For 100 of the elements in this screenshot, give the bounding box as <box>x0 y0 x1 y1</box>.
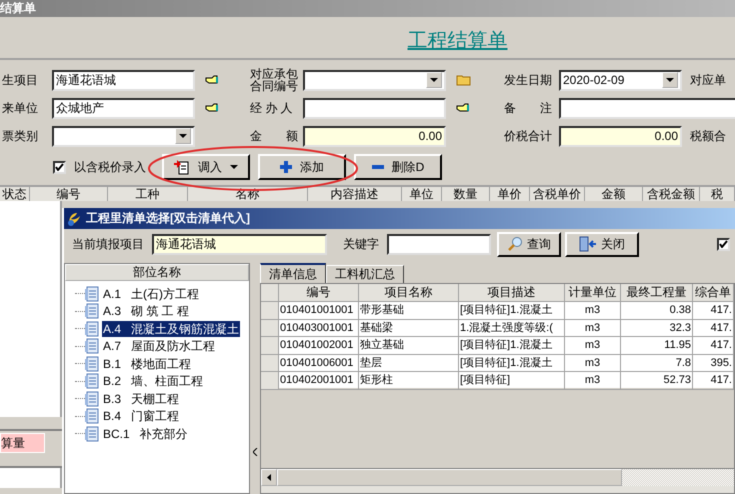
tree-item[interactable]: B.2 墙、柱面工程 <box>102 373 204 390</box>
status-tag: 算量 <box>0 432 45 453</box>
pointing-hand-icon[interactable] <box>205 75 219 85</box>
document-icon <box>85 373 99 390</box>
field-label: 发生日期 <box>504 74 553 86</box>
door-exit-icon <box>579 236 597 252</box>
table-cell: [项目特征]1.混凝土 <box>459 302 565 318</box>
dropdown-field[interactable] <box>52 126 195 146</box>
tab[interactable]: 清单信息 <box>260 263 326 283</box>
search-icon <box>507 236 523 252</box>
document-icon <box>85 286 99 302</box>
table-cell: 52.73 <box>621 372 693 388</box>
table-cell: 带形基础 <box>359 302 459 318</box>
toolbar-button[interactable]: 调入 <box>162 154 250 180</box>
option-checkbox[interactable] <box>717 238 730 250</box>
column-header: 最终工程量 <box>621 284 693 301</box>
import-document-icon <box>174 159 190 175</box>
field-label: 对应承包合同编号 <box>250 68 299 92</box>
dialog-title: 工程里清单选择[双击清单代入] <box>86 210 250 227</box>
project-label: 当前填报项目 <box>71 236 145 252</box>
table-cell: 010401006001 <box>279 354 359 371</box>
text-field[interactable]: 海通花语城 <box>52 70 195 90</box>
scroll-left-button[interactable] <box>261 469 277 486</box>
tree-item[interactable]: BC.1 补充部分 <box>102 426 189 442</box>
column-header: 含税金额 <box>643 187 700 201</box>
table-cell: m3 <box>565 337 621 354</box>
dropdown-field[interactable] <box>303 70 446 90</box>
toolbar-button[interactable]: 删除D <box>354 154 442 180</box>
dropdown-field[interactable]: 2020-02-09 <box>559 70 682 90</box>
table-cell: 基础梁 <box>359 320 459 336</box>
column-header: 计量单位 <box>565 284 621 301</box>
column-header: 金额 <box>585 187 643 201</box>
tax-checkbox[interactable] <box>53 160 66 174</box>
tree-item[interactable]: A.4 混凝土及钢筋混凝土 <box>102 320 240 337</box>
table-cell: 010402001001 <box>279 372 359 388</box>
column-header: 税 <box>700 187 735 201</box>
plus-icon <box>280 161 292 173</box>
project-field[interactable]: 海通花语城 <box>152 234 327 254</box>
column-header: 单价 <box>490 187 530 201</box>
tree-item[interactable]: B.3 天棚工程 <box>102 390 180 407</box>
tree-item[interactable]: A.1 土(石)方工程 <box>102 286 200 302</box>
amount-field[interactable]: 0.00 <box>303 126 446 146</box>
tree-item[interactable]: A.3 砌 筑 工 程 <box>102 303 190 320</box>
table-cell: 010401001001 <box>279 302 359 318</box>
table-cell: 417. <box>693 302 734 318</box>
form-heading: 工程结算单 <box>408 29 508 54</box>
table-cell: 垫层 <box>359 354 459 371</box>
column-header: 工种 <box>108 187 188 201</box>
column-header: 数量 <box>442 187 490 201</box>
pointing-hand-icon[interactable] <box>456 103 470 113</box>
field-label: 金 额 <box>250 130 299 142</box>
field-label: 经 办 人 <box>250 102 294 114</box>
scroll-left-icon <box>267 474 271 481</box>
table-cell: m3 <box>565 372 621 388</box>
document-icon <box>85 408 99 424</box>
toolbar-button[interactable]: 添加 <box>258 154 346 180</box>
column-header: 内容描述 <box>308 187 402 201</box>
table-cell: 0.38 <box>621 302 693 318</box>
document-icon <box>85 303 99 320</box>
document-icon <box>85 320 99 337</box>
window-title: 结算单 <box>0 0 735 17</box>
tree-item[interactable]: B.1 楼地面工程 <box>102 356 192 372</box>
keyword-field[interactable] <box>387 234 491 254</box>
check-icon <box>719 240 728 248</box>
document-icon <box>85 356 99 372</box>
amount-field[interactable]: 0.00 <box>559 126 682 146</box>
app-logo-icon <box>66 210 82 226</box>
pointing-hand-icon[interactable] <box>205 103 219 113</box>
field-label: 对应单 <box>689 72 727 88</box>
tree-item[interactable]: A.7 屋面及防水工程 <box>102 338 216 354</box>
close-button[interactable]: 关闭 <box>565 232 639 256</box>
document-icon <box>85 338 99 354</box>
field-label: 票类别 <box>2 130 39 142</box>
field-label: 价税合计 <box>504 130 553 142</box>
table-cell: m3 <box>565 320 621 336</box>
table-cell: 010401002001 <box>279 337 359 354</box>
tab[interactable]: 工料机汇总 <box>326 265 404 283</box>
search-button[interactable]: 查询 <box>497 232 561 256</box>
column-header: 编号 <box>279 284 359 301</box>
table-cell: 独立基础 <box>359 337 459 354</box>
caret-icon <box>666 78 674 82</box>
caret-icon <box>430 78 438 82</box>
table-cell: [项目特征]1.混凝土 <box>459 337 565 354</box>
table-cell: 417. <box>693 337 734 354</box>
table-cell: 417. <box>693 320 734 336</box>
column-header: 单位 <box>402 187 442 201</box>
minus-icon <box>372 165 384 169</box>
table-cell: [项目特征]1.混凝土 <box>459 354 565 371</box>
tree-header: 部位名称 <box>65 264 249 281</box>
tree-item[interactable]: B.4 门窗工程 <box>102 408 180 424</box>
document-icon <box>85 426 99 442</box>
field-label: 备 注 <box>504 102 553 114</box>
text-field[interactable] <box>303 98 446 118</box>
document-icon <box>85 390 99 407</box>
field-label: 生项目 <box>2 74 39 86</box>
scrollbar-thumb[interactable] <box>277 469 622 486</box>
text-field[interactable]: 众城地产 <box>52 98 195 118</box>
folder-icon[interactable] <box>456 74 472 86</box>
table-cell: 矩形柱 <box>359 372 459 388</box>
caret-icon <box>230 165 238 169</box>
